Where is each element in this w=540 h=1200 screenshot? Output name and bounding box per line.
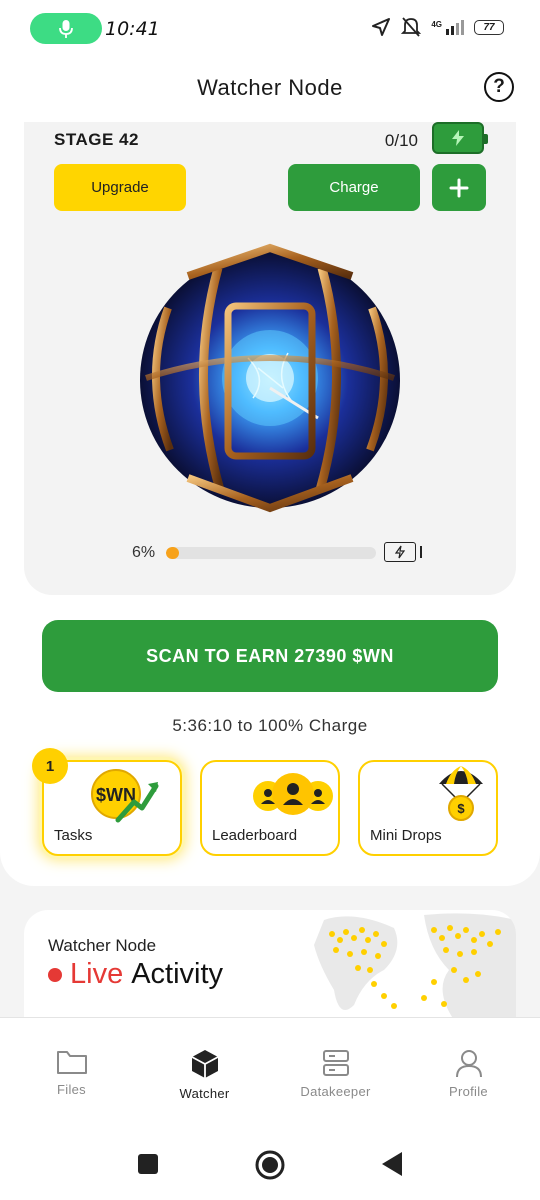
leaderboard-tile[interactable]: Leaderboard: [200, 760, 340, 856]
activity-word: Activity: [131, 958, 224, 990]
cube-icon: [191, 1050, 218, 1078]
small-battery-icon: [384, 542, 416, 562]
world-map-illustration: [314, 913, 516, 1020]
charge-button[interactable]: Charge: [288, 164, 420, 211]
page-title: Watcher Node: [197, 75, 343, 100]
charge-battery-icon: [432, 122, 488, 154]
nav-files[interactable]: Files: [4, 1018, 139, 1118]
activity-title: Live Activity: [48, 958, 223, 991]
watcher-orb-illustration[interactable]: [128, 228, 412, 524]
nav-profile[interactable]: Profile: [401, 1018, 536, 1118]
nav-datakeeper[interactable]: Datakeeper: [268, 1018, 403, 1118]
charge-time-text: 5:36:10 to 100% Charge: [172, 716, 368, 735]
live-indicator-dot: [48, 967, 62, 982]
tasks-tile[interactable]: 1 $WN Tasks: [32, 748, 182, 856]
lightning-icon: [452, 130, 464, 146]
battery-level: 77: [483, 21, 495, 33]
home-icon[interactable]: [254, 1149, 286, 1181]
nav-profile-label: Profile: [449, 1084, 488, 1099]
leaderboard-people-icon: [253, 773, 333, 815]
network-type-label: 4G: [431, 19, 442, 29]
nav-datakeeper-label: Datakeeper: [300, 1084, 371, 1099]
status-bar: 10:41 4G 77: [0, 0, 540, 60]
add-charge-button[interactable]: [432, 164, 486, 211]
live-activity-card[interactable]: Watcher Node Live Activity: [24, 910, 516, 1020]
charge-progress-fill: [166, 547, 179, 559]
main-card: STAGE 42 0/10 Upgrade Charge 6% SCAN TO …: [0, 122, 540, 886]
live-word: Live: [70, 958, 124, 990]
leaderboard-label: Leaderboard: [212, 827, 298, 844]
upgrade-button[interactable]: Upgrade: [54, 164, 186, 211]
charge-progress-bar: [166, 547, 376, 559]
recent-apps-icon[interactable]: [137, 1153, 159, 1175]
nav-watcher-label: Watcher: [179, 1086, 230, 1101]
stage-label: STAGE 42: [54, 130, 139, 149]
back-icon[interactable]: [380, 1151, 404, 1177]
question-mark-icon: ?: [493, 76, 505, 97]
tasks-badge: 1: [32, 748, 68, 784]
cell-signal-icon: 4G: [431, 19, 464, 35]
plus-icon: [449, 178, 469, 197]
server-icon: [322, 1050, 349, 1076]
wn-coin-text: $WN: [96, 785, 136, 805]
bottom-navigation: Files Watcher Datakeeper Profile: [0, 1017, 540, 1117]
tasks-label: Tasks: [54, 827, 93, 844]
lightning-icon: [395, 545, 405, 559]
status-icons: 4G 77: [371, 16, 504, 38]
user-icon: [455, 1050, 482, 1078]
mini-drops-tile[interactable]: $ Mini Drops: [358, 760, 498, 856]
status-clock: 10:41: [105, 18, 160, 40]
app-header: Watcher Node ?: [0, 60, 540, 122]
activity-subtitle: Watcher Node: [48, 936, 157, 955]
microphone-active-pill[interactable]: [30, 13, 102, 44]
scan-to-earn-button[interactable]: SCAN TO EARN 27390 $WN: [42, 620, 498, 692]
parachute-coin-icon: $: [439, 766, 483, 821]
microphone-icon: [59, 19, 73, 38]
charge-progress-text: 6%: [132, 544, 156, 561]
svg-text:$: $: [457, 801, 465, 816]
charge-count: 0/10: [384, 131, 418, 150]
small-battery-tip: [420, 546, 422, 558]
folder-icon: [56, 1051, 87, 1074]
battery-icon: 77: [474, 19, 504, 35]
nav-files-label: Files: [57, 1082, 86, 1097]
wn-coin-icon: $WN: [91, 769, 159, 823]
help-button[interactable]: ?: [484, 72, 514, 102]
system-navigation-bar: [0, 1117, 540, 1200]
nav-watcher[interactable]: Watcher: [137, 1018, 272, 1118]
stage-card: STAGE 42 0/10 Upgrade Charge 6%: [24, 122, 516, 595]
mini-drops-label: Mini Drops: [370, 827, 442, 844]
bell-muted-icon: [401, 17, 422, 37]
location-arrow-icon: [372, 18, 391, 36]
